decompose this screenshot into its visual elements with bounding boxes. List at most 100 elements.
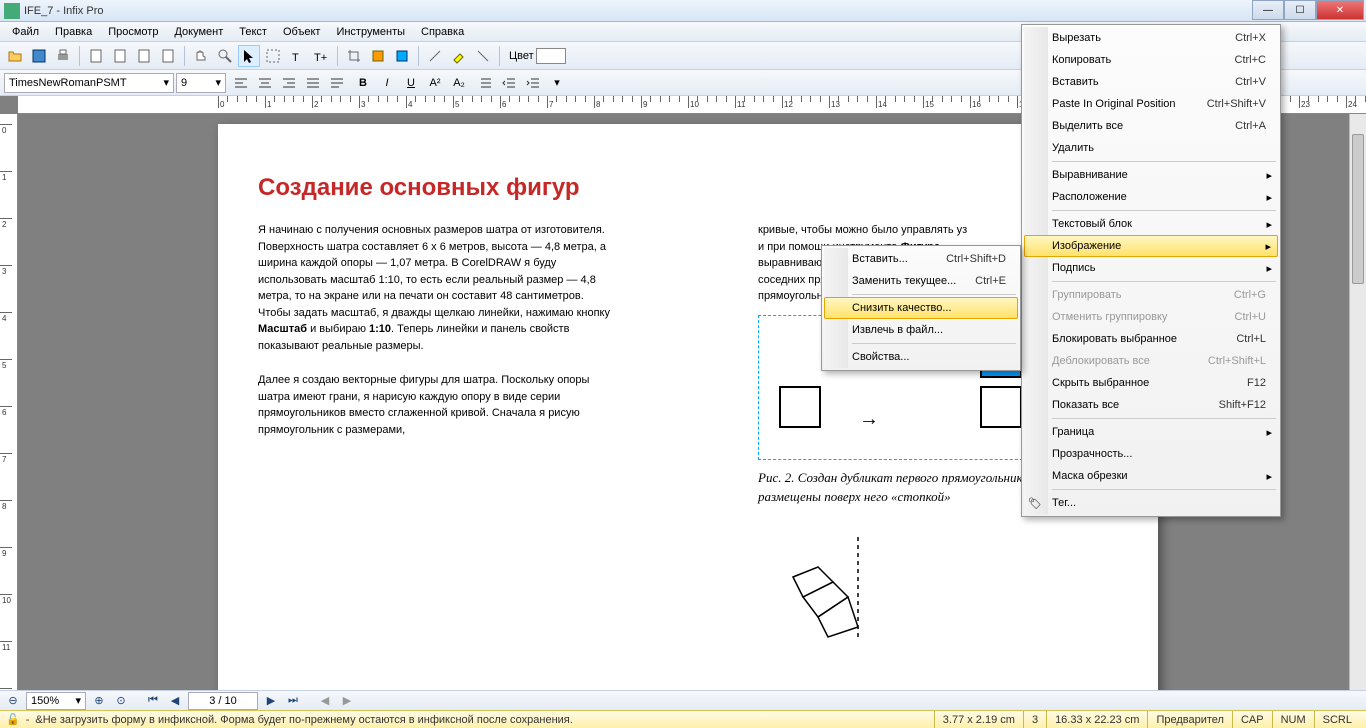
- align-justify2-button[interactable]: [326, 72, 348, 94]
- crop-tool[interactable]: [343, 45, 365, 67]
- color-label: Цвет: [509, 50, 534, 62]
- list-button[interactable]: [474, 72, 496, 94]
- first-page-button[interactable]: ⏮: [144, 693, 162, 709]
- menu-item[interactable]: Тег...🏷: [1024, 492, 1278, 514]
- menu-file[interactable]: Файл: [4, 24, 47, 40]
- menu-tools[interactable]: Инструменты: [328, 24, 413, 40]
- line-tool[interactable]: [424, 45, 446, 67]
- align-right-button[interactable]: [278, 72, 300, 94]
- page: Создание основных фигур Я начинаю с полу…: [218, 124, 1158, 690]
- doc1-button[interactable]: [85, 45, 107, 67]
- color-swatch[interactable]: [536, 48, 566, 64]
- last-page-button[interactable]: ⏭: [284, 693, 302, 709]
- doc4-button[interactable]: [157, 45, 179, 67]
- open-button[interactable]: [4, 45, 26, 67]
- menu-item[interactable]: Граница▸: [1024, 421, 1278, 443]
- menu-item[interactable]: ГруппироватьCtrl+G: [1024, 284, 1278, 306]
- link-tool[interactable]: [391, 45, 413, 67]
- menu-item[interactable]: КопироватьCtrl+C: [1024, 49, 1278, 71]
- brush-tool[interactable]: [472, 45, 494, 67]
- menu-item[interactable]: Вставить...Ctrl+Shift+D: [824, 248, 1018, 270]
- menu-item[interactable]: Блокировать выбранноеCtrl+L: [1024, 328, 1278, 350]
- hand-tool[interactable]: [190, 45, 212, 67]
- menu-text[interactable]: Текст: [231, 24, 275, 40]
- menu-item[interactable]: Заменить текущее...Ctrl+E: [824, 270, 1018, 292]
- svg-text:T+: T+: [314, 52, 327, 64]
- indent-dec-button[interactable]: [498, 72, 520, 94]
- menu-item[interactable]: Свойства...: [824, 346, 1018, 368]
- status-preview[interactable]: Предварител: [1147, 711, 1232, 728]
- menu-item[interactable]: Маска обрезки▸: [1024, 465, 1278, 487]
- menu-item[interactable]: Скрыть выбранноеF12: [1024, 372, 1278, 394]
- italic-button[interactable]: I: [376, 72, 398, 94]
- menu-item[interactable]: Показать всеShift+F12: [1024, 394, 1278, 416]
- bold-button[interactable]: B: [352, 72, 374, 94]
- next-page-button[interactable]: ▶: [262, 693, 280, 709]
- menu-help[interactable]: Справка: [413, 24, 472, 40]
- menu-view[interactable]: Просмотр: [100, 24, 166, 40]
- menu-item[interactable]: Paste In Original PositionCtrl+Shift+V: [1024, 93, 1278, 115]
- pointer-tool[interactable]: [238, 45, 260, 67]
- menu-item[interactable]: Изображение▸: [1024, 235, 1278, 257]
- underline-button[interactable]: U: [400, 72, 422, 94]
- menu-item[interactable]: Выделить всеCtrl+A: [1024, 115, 1278, 137]
- print-button[interactable]: [52, 45, 74, 67]
- fontsize-combo[interactable]: 9▾: [176, 73, 226, 93]
- zoom-in-button[interactable]: ⊕: [90, 693, 108, 709]
- maximize-button[interactable]: ☐: [1284, 0, 1316, 20]
- menu-item[interactable]: Деблокировать всеCtrl+Shift+L: [1024, 350, 1278, 372]
- text-tool[interactable]: T: [286, 45, 308, 67]
- prev-page-button[interactable]: ◀: [166, 693, 184, 709]
- menu-item[interactable]: ВставитьCtrl+V: [1024, 71, 1278, 93]
- menu-object[interactable]: Объект: [275, 24, 328, 40]
- highlight-tool[interactable]: [448, 45, 470, 67]
- page-combo[interactable]: 3 / 10: [188, 692, 258, 710]
- doc2-button[interactable]: [109, 45, 131, 67]
- nav-fwd-button[interactable]: ▶: [338, 693, 356, 709]
- nav-back-button[interactable]: ◀: [316, 693, 334, 709]
- minimize-button[interactable]: —: [1252, 0, 1284, 20]
- vertical-scrollbar[interactable]: [1349, 114, 1366, 690]
- zoom-fit-button[interactable]: ⊙: [112, 693, 130, 709]
- mask-tool[interactable]: [367, 45, 389, 67]
- status-scrl: SCRL: [1314, 711, 1360, 728]
- select-tool[interactable]: [262, 45, 284, 67]
- menu-item[interactable]: Выравнивание▸: [1024, 164, 1278, 186]
- navigation-bar: ⊖ 150%▾ ⊕ ⊙ ⏮ ◀ 3 / 10 ▶ ⏭ ◀ ▶: [0, 690, 1366, 710]
- title-bar: IFE_7 - Infix Pro — ☐ ✕: [0, 0, 1366, 22]
- zoom-tool[interactable]: [214, 45, 236, 67]
- align-justify-button[interactable]: [302, 72, 324, 94]
- font-combo[interactable]: TimesNewRomanPSMT▾: [4, 73, 174, 93]
- menu-item[interactable]: Снизить качество...: [824, 297, 1018, 319]
- menu-item[interactable]: Отменить группировкуCtrl+U: [1024, 306, 1278, 328]
- align-left-button[interactable]: [230, 72, 252, 94]
- align-center-button[interactable]: [254, 72, 276, 94]
- menu-item[interactable]: Прозрачность...: [1024, 443, 1278, 465]
- superscript-button[interactable]: A²: [424, 72, 446, 94]
- context-menu-main[interactable]: ВырезатьCtrl+XКопироватьCtrl+CВставитьCt…: [1021, 24, 1281, 517]
- status-cap: CAP: [1232, 711, 1272, 728]
- page-heading: Создание основных фигур: [258, 174, 1118, 202]
- menu-edit[interactable]: Правка: [47, 24, 100, 40]
- lock-icon: 🔓: [6, 713, 20, 726]
- menu-item[interactable]: Извлечь в файл...: [824, 319, 1018, 341]
- menu-item[interactable]: Подпись▸: [1024, 257, 1278, 279]
- left-column: Я начинаю с получения основных размеров …: [258, 222, 618, 438]
- vertical-ruler[interactable]: 012345678910111213141516171819: [0, 114, 18, 690]
- status-warning: &Не загрузить форму в инфиксной. Форма б…: [35, 714, 572, 726]
- doc3-button[interactable]: [133, 45, 155, 67]
- menu-item[interactable]: Расположение▸: [1024, 186, 1278, 208]
- save-button[interactable]: [28, 45, 50, 67]
- zoom-combo[interactable]: 150%▾: [26, 692, 86, 710]
- close-button[interactable]: ✕: [1316, 0, 1364, 20]
- indent-inc-button[interactable]: [522, 72, 544, 94]
- zoom-out-button[interactable]: ⊖: [4, 693, 22, 709]
- menu-item[interactable]: Удалить: [1024, 137, 1278, 159]
- menu-item[interactable]: ВырезатьCtrl+X: [1024, 27, 1278, 49]
- subscript-button[interactable]: A₂: [448, 72, 470, 94]
- spacing-button[interactable]: ▾: [546, 72, 568, 94]
- menu-document[interactable]: Документ: [166, 24, 231, 40]
- textplus-tool[interactable]: T+: [310, 45, 332, 67]
- menu-item[interactable]: Текстовый блок▸: [1024, 213, 1278, 235]
- context-menu-image[interactable]: Вставить...Ctrl+Shift+DЗаменить текущее.…: [821, 245, 1021, 371]
